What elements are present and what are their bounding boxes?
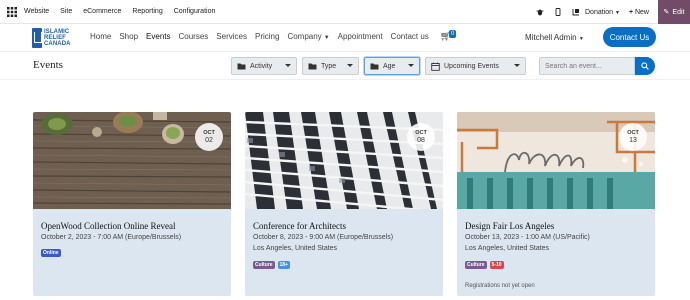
event-title[interactable]: Conference for Architects [253,221,346,231]
folder-icon [237,63,246,69]
event-day: 02 [205,137,213,144]
age-filter[interactable]: Age [364,57,420,75]
event-month: OCT [415,130,427,136]
edit-button[interactable]: ✎ Edit [658,0,690,24]
caret-down-icon [347,64,353,67]
event-tags: Culture 18+ [253,261,290,269]
nav-company-label: Company [287,32,322,41]
admin-menu-ecommerce[interactable]: eCommerce [83,8,121,15]
event-month: OCT [627,130,639,136]
chevron-down-icon: ▼ [614,9,620,16]
admin-menu-site[interactable]: Site [60,8,72,15]
event-tag: Culture [465,261,487,269]
apps-menu-icon[interactable] [0,0,24,24]
logo-text: ISLAMIC RELIEF CANADA [44,29,71,47]
age-filter-label: Age [383,62,396,70]
cart-count-badge: 0 [449,30,457,38]
user-menu[interactable]: Mitchell Admin ▼ [525,33,584,42]
admin-menu-configuration[interactable]: Configuration [174,8,216,15]
registration-status-note: Registrations not yet open [465,283,535,289]
event-tag: Online [41,249,61,257]
event-tag: 18+ [277,261,290,269]
event-card[interactable]: OCT 08 Conference for Architects October… [245,112,443,296]
chevron-down-icon: ▼ [578,36,584,42]
event-title[interactable]: OpenWood Collection Online Reveal [41,221,176,231]
bug-icon[interactable] [533,0,547,24]
event-day: 13 [629,137,637,144]
nav-company[interactable]: Company ▼ [287,32,329,41]
logo-mark-icon [32,28,42,48]
nav-contact-us[interactable]: Contact us [391,32,429,41]
nav-courses[interactable]: Courses [179,32,209,41]
new-button[interactable]: + New [629,9,649,16]
event-datetime: October 8, 2023 - 9:00 AM (Europe/Brusse… [253,234,394,241]
type-filter-label: Type [321,62,337,70]
period-filter[interactable]: Upcoming Events [425,57,526,75]
page-title: Events [33,59,63,71]
nav-home[interactable]: Home [90,32,111,41]
nav-appointment[interactable]: Appointment [338,32,383,41]
event-datetime: October 2, 2023 - 7:00 AM (Europe/Brusse… [41,234,182,241]
event-title[interactable]: Design Fair Los Angeles [465,221,554,231]
main-nav: Home Shop Events Courses Services Pricin… [90,32,437,41]
event-card[interactable]: OCT 02 OpenWood Collection Online Reveal… [33,112,231,296]
chevron-down-icon: ▼ [323,35,330,41]
admin-menu-website[interactable]: Website [24,8,49,15]
caret-down-icon [285,64,291,67]
admin-bar-right: Donation ▼ + New ✎ Edit [533,0,690,24]
folder-icon [370,63,379,69]
nav-shop[interactable]: Shop [119,32,138,41]
event-datetime: October 13, 2023 - 1:00 AM (US/Pacific) [465,234,590,241]
period-filter-label: Upcoming Events [444,62,499,70]
divider [0,79,690,80]
new-label: New [634,8,649,16]
event-location: Los Angeles, United States [253,245,338,252]
logo-line-3: CANADA [44,41,71,47]
folder-icon [308,63,317,69]
type-filter[interactable]: Type [302,57,359,75]
edit-label: Edit [672,8,685,16]
donation-label: Donation [585,8,614,16]
search-icon [641,62,649,70]
nav-pricing[interactable]: Pricing [255,32,279,41]
event-date-badge: OCT 13 [619,123,647,151]
activity-filter-label: Activity [250,62,273,70]
event-tag: 5-10 [489,261,504,269]
event-search-input[interactable] [539,57,635,75]
search-button[interactable] [635,57,655,75]
admin-menu-reporting[interactable]: Reporting [132,8,162,15]
event-month: OCT [203,130,215,136]
event-day: 08 [417,137,425,144]
pencil-icon: ✎ [663,9,670,16]
website-switch-icon[interactable] [569,0,583,24]
caret-down-icon [408,64,414,67]
plus-icon: + [628,8,634,16]
mobile-preview-icon[interactable] [551,0,565,24]
contact-us-button[interactable]: Contact Us [603,27,656,47]
nav-services[interactable]: Services [216,32,247,41]
donation-menu[interactable]: Donation ▼ [585,9,620,16]
admin-bar: Website Site eCommerce Reporting Configu… [0,0,690,24]
event-date-badge: OCT 02 [195,123,223,151]
nav-events[interactable]: Events [146,32,170,41]
event-card[interactable]: OCT 13 Design Fair Los Angeles October 1… [457,112,655,296]
event-tags: Online [41,249,61,257]
site-logo[interactable]: ISLAMIC RELIEF CANADA [32,27,78,49]
activity-filter[interactable]: Activity [231,57,297,75]
event-tag: Culture [253,261,275,269]
event-tags: Culture 5-10 [465,261,504,269]
event-date-badge: OCT 08 [407,123,435,151]
event-location: Los Angeles, United States [465,245,550,252]
cart-link[interactable]: 🛒︎ 0 [440,30,457,42]
caret-down-icon [514,64,520,67]
user-name: Mitchell Admin [525,33,577,42]
calendar-icon [431,62,440,71]
